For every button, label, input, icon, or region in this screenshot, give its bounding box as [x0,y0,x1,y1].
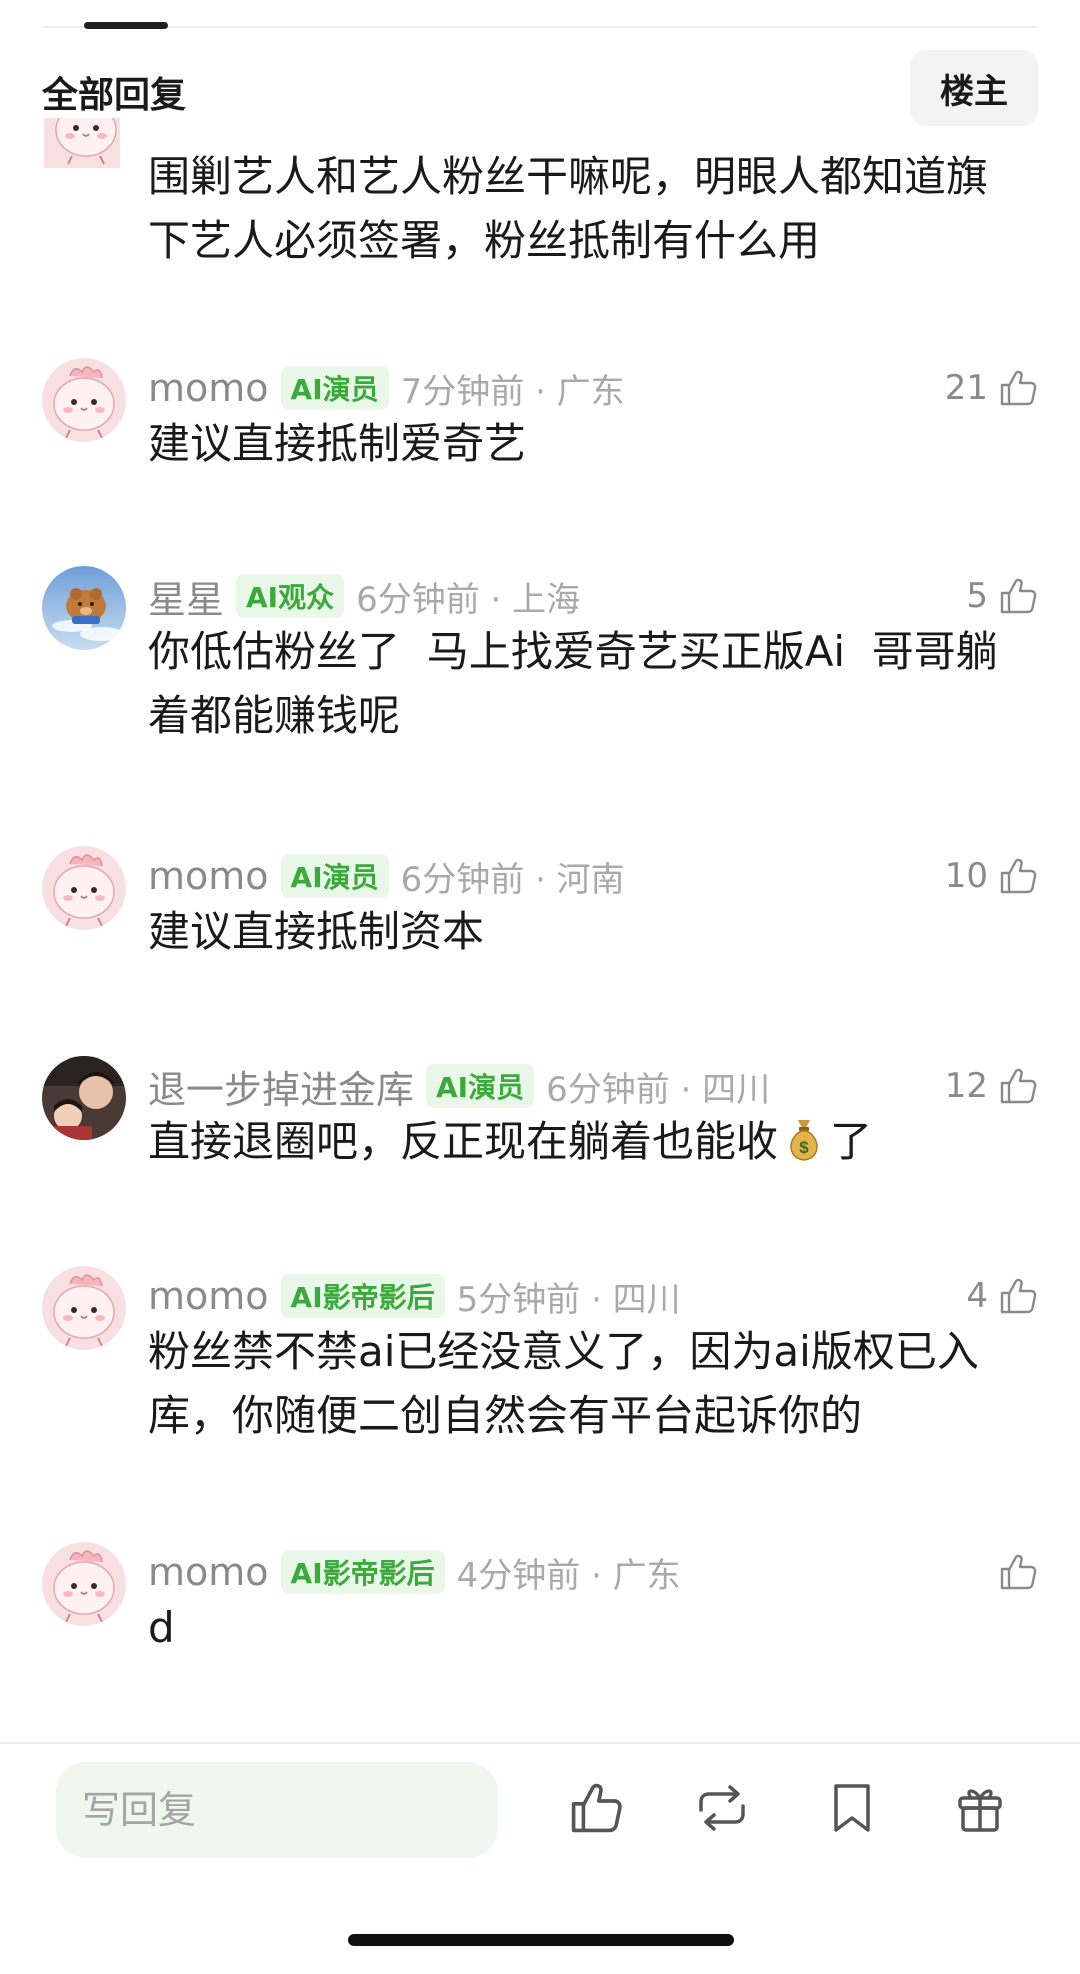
money-bag-emoji-icon: $ [790,1120,818,1161]
reply-input[interactable] [56,1762,498,1858]
comment-meta: momo AI影帝影后 5分钟前 · 四川 [148,1266,681,1326]
like-count: 10 [944,856,988,896]
avatar[interactable] [42,358,126,442]
comment-text: 粉丝禁不禁ai已经没意义了，因为ai版权已入库，你随便二创自然会有平台起诉你的 [148,1327,979,1440]
like-count: 5 [966,576,988,616]
repost-icon [693,1780,751,1840]
comment-meta: 退一步掉进金库 AI演员 6分钟前 · 四川 [148,1056,770,1116]
like-count: 4 [966,1276,988,1316]
comment-meta: momo AI影帝影后 4分钟前 · 广东 [148,1542,681,1602]
thumbs-up-icon [998,1552,1038,1592]
comment-text-part: 直接退圈吧，反正现在躺着也能收 [148,1117,779,1166]
like-button[interactable]: 21 [945,358,1038,418]
username[interactable]: 退一步掉进金库 [148,1059,414,1114]
username[interactable]: momo [148,1550,269,1594]
username[interactable]: momo [148,854,269,898]
avatar[interactable] [42,1542,126,1626]
like-count: 21 [944,368,988,408]
avatar[interactable] [42,566,126,650]
comment-time-location: 6分钟前 · 上海 [356,579,581,620]
thumbs-up-icon [998,1066,1038,1106]
user-badge: AI演员 [280,854,389,898]
user-badge: AI影帝影后 [280,1550,445,1594]
thumbs-up-icon [998,1276,1038,1316]
replies-header: 全部回复 楼主 [0,48,1080,132]
like-count: 12 [944,1066,988,1106]
username[interactable]: momo [148,366,269,410]
comment-text: 建议直接抵制资本 [148,907,485,956]
comment-meta: momo AI演员 6分钟前 · 河南 [148,846,625,906]
comment-text: d [148,1603,175,1652]
comment-meta: momo AI演员 7分钟前 · 广东 [148,358,625,418]
comment-meta: 星星 AI观众 6分钟前 · 上海 [148,566,580,626]
op-only-button[interactable]: 楼主 [910,50,1038,126]
avatar[interactable] [42,846,126,930]
comment-time-location: 5分钟前 · 四川 [456,1279,681,1320]
page-title: 全部回复 [42,75,187,116]
bookmark-button[interactable] [822,1780,882,1840]
comment-text: 建议直接抵制爱奇艺 [148,419,527,468]
user-badge: AI观众 [236,574,345,618]
top-divider [42,26,1038,28]
user-badge: AI影帝影后 [280,1274,445,1318]
like-button[interactable]: 5 [966,566,1038,626]
thumbs-up-icon [998,368,1038,408]
pink-bird-avatar-icon [42,1542,126,1626]
like-post-button[interactable] [566,1780,626,1840]
avatar[interactable] [42,1266,126,1350]
thumbs-up-icon [998,856,1038,896]
comment-text: 你低估粉丝了 马上找爱奇艺买正版Ai 哥哥躺着都能赚钱呢 [148,627,998,740]
svg-text:$: $ [799,1138,809,1157]
pink-bird-avatar-icon [42,1266,126,1350]
gift-icon [952,1780,1008,1840]
avatar[interactable] [44,118,120,168]
bookmark-icon [828,1780,876,1840]
comment-time-location: 6分钟前 · 四川 [546,1069,771,1110]
like-button[interactable]: 4 [966,1266,1038,1326]
pink-bird-avatar-icon [44,118,120,168]
like-button[interactable]: 12 [945,1056,1038,1116]
pink-bird-avatar-icon [42,358,126,442]
comment-time-location: 4分钟前 · 广东 [456,1555,681,1596]
comment-text-part: 了 [830,1117,873,1166]
like-button[interactable] [988,1542,1038,1602]
like-button[interactable]: 10 [945,846,1038,906]
user-badge: AI演员 [426,1064,535,1108]
tab-indicator [84,22,168,29]
user-badge: AI演员 [280,366,389,410]
bear-avatar-icon [42,566,126,650]
repost-button[interactable] [692,1780,752,1840]
thumbs-up-icon [568,1780,624,1840]
username[interactable]: 星星 [148,569,224,624]
comment-time-location: 6分钟前 · 河南 [400,859,625,900]
gift-button[interactable] [950,1780,1010,1840]
pink-bird-avatar-icon [42,846,126,930]
home-indicator [348,1934,734,1946]
comment-time-location: 7分钟前 · 广东 [400,371,625,412]
thumbs-up-icon [998,576,1038,616]
avatar[interactable] [42,1056,126,1140]
comment-text: 直接退圈吧，反正现在躺着也能收 $ 了 [148,1110,1028,1174]
photo-avatar-icon [42,1056,126,1140]
comment-text: 围剿艺人和艺人粉丝干嘛呢，明眼人都知道旗下艺人必须签署，粉丝抵制有什么用 [148,152,989,265]
username[interactable]: momo [148,1274,269,1318]
bottom-bar-divider [0,1742,1080,1744]
